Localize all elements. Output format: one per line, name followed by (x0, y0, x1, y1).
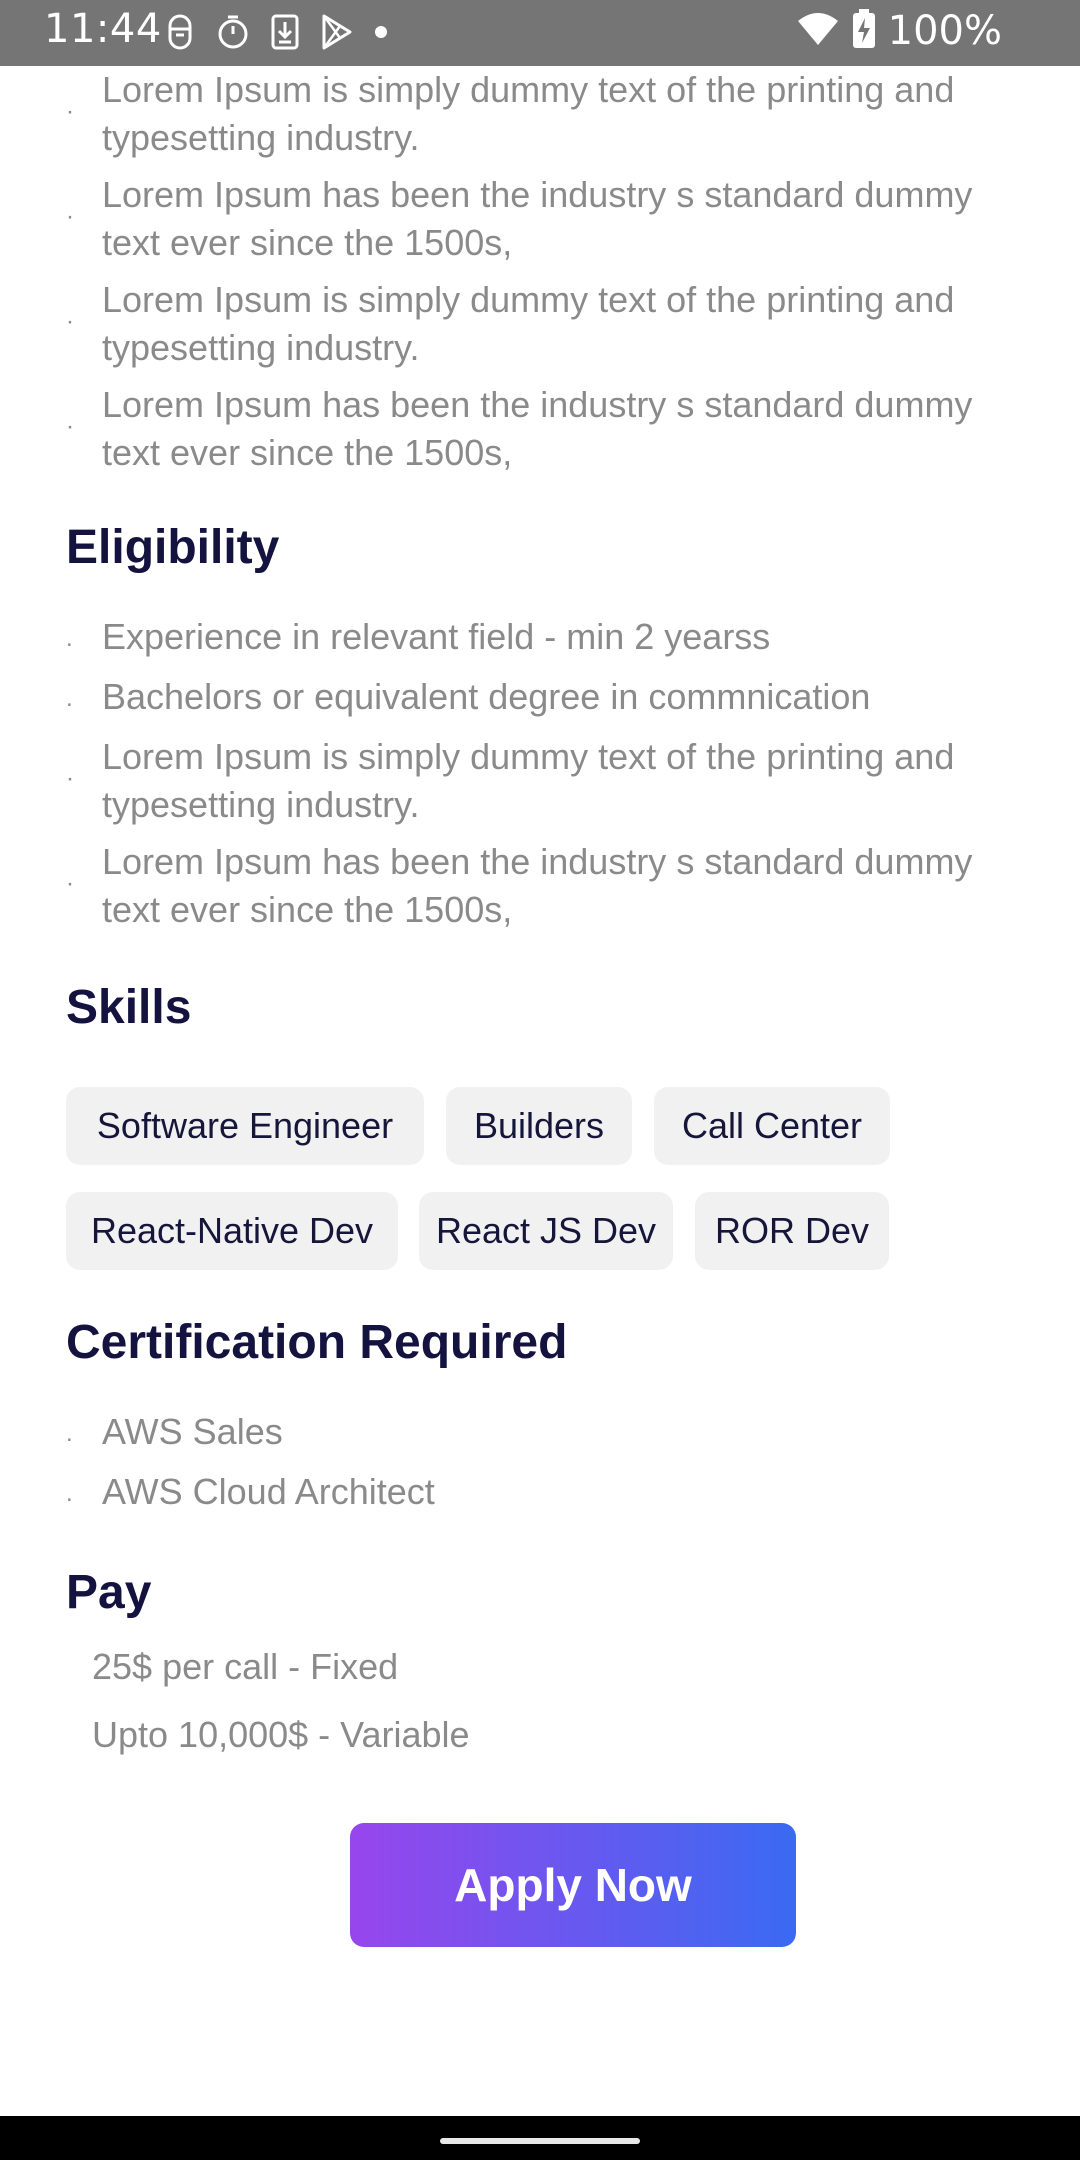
download-icon (270, 14, 300, 50)
intro-list: · Lorem Ipsum is simply dummy text of th… (66, 66, 1026, 477)
bullet-icon: · (66, 413, 74, 440)
list-item: · Lorem Ipsum is simply dummy text of th… (66, 276, 1026, 372)
list-item: · Lorem Ipsum has been the industry s st… (66, 381, 1026, 477)
bullet-icon: · (66, 203, 74, 230)
bullet-icon: . (66, 625, 73, 652)
status-time: 11:44 (44, 6, 162, 52)
usb-debug-icon (164, 14, 196, 50)
skill-chip[interactable]: Software Engineer (66, 1087, 424, 1165)
skill-chip[interactable]: Builders (446, 1087, 632, 1165)
bullet-icon: . (66, 1420, 73, 1447)
list-item: · Lorem Ipsum has been the industry s st… (66, 171, 1026, 267)
bullet-icon: . (66, 1480, 73, 1507)
wifi-icon (796, 11, 840, 52)
certification-title: Certification Required (66, 1316, 568, 1369)
skill-chip[interactable]: React JS Dev (419, 1192, 673, 1270)
system-nav-bar (0, 2116, 1080, 2160)
list-item: · Lorem Ipsum has been the industry s st… (66, 838, 1026, 934)
more-notifications-dot-icon (374, 14, 388, 50)
list-item: . AWS Cloud Architect (66, 1468, 1026, 1516)
bullet-icon: · (66, 870, 74, 897)
list-item-text: Lorem Ipsum has been the industry s stan… (102, 841, 973, 930)
list-item: . Bachelors or equivalent degree in comm… (66, 673, 1026, 721)
list-item-text: AWS Sales (102, 1411, 283, 1452)
battery-charging-icon (852, 8, 876, 54)
list-item-text: Lorem Ipsum is simply dummy text of the … (102, 279, 955, 368)
home-indicator[interactable] (440, 2138, 640, 2144)
list-item-text: Bachelors or equivalent degree in commni… (102, 676, 871, 717)
play-store-icon (320, 14, 354, 50)
pay-title: Pay (66, 1566, 152, 1619)
bullet-icon: · (66, 765, 74, 792)
list-item-text: Lorem Ipsum is simply dummy text of the … (102, 736, 955, 825)
pay-fixed: 25$ per call - Fixed (92, 1646, 399, 1687)
list-item: . Experience in relevant field - min 2 y… (66, 613, 1026, 661)
list-item-text: Lorem Ipsum has been the industry s stan… (102, 174, 973, 263)
skill-chip[interactable]: React-Native Dev (66, 1192, 398, 1270)
bullet-icon: · (66, 98, 74, 125)
pay-variable: Upto 10,000$ - Variable (92, 1714, 470, 1755)
status-notification-icons (164, 14, 388, 50)
list-item-text: Experience in relevant field - min 2 yea… (102, 616, 771, 657)
status-right: 100% (796, 8, 1002, 54)
bullet-icon: · (66, 308, 74, 335)
skill-chip[interactable]: Call Center (654, 1087, 890, 1165)
bullet-icon: . (66, 685, 73, 712)
battery-percentage: 100% (887, 8, 1002, 54)
certification-list: . AWS Sales . AWS Cloud Architect (66, 1408, 1026, 1516)
eligibility-list: . Experience in relevant field - min 2 y… (66, 613, 1026, 934)
status-bar: 11:44 100% (0, 0, 1080, 66)
list-item: · Lorem Ipsum is simply dummy text of th… (66, 733, 1026, 829)
timer-icon (216, 14, 250, 50)
skills-title: Skills (66, 981, 192, 1034)
list-item: · Lorem Ipsum is simply dummy text of th… (66, 66, 1026, 162)
skill-chip[interactable]: ROR Dev (695, 1192, 889, 1270)
list-item-text: AWS Cloud Architect (102, 1471, 435, 1512)
list-item-text: Lorem Ipsum has been the industry s stan… (102, 384, 973, 473)
list-item-text: Lorem Ipsum is simply dummy text of the … (102, 69, 955, 158)
list-item: . AWS Sales (66, 1408, 1026, 1456)
eligibility-title: Eligibility (66, 521, 280, 574)
apply-now-button[interactable]: Apply Now (350, 1823, 796, 1947)
